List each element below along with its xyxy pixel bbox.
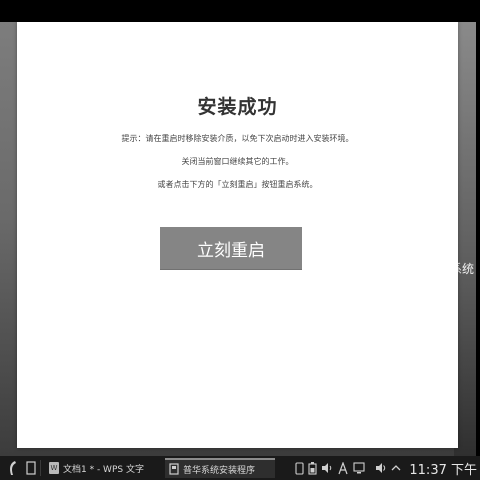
show-desktop-button[interactable] [26, 456, 36, 480]
speaker-icon[interactable] [321, 462, 333, 474]
restart-now-button[interactable]: 立刻重启 [160, 227, 302, 270]
taskbar: W 文档1 * - WPS 文字 普华系统安装程序 11:37 下午 [0, 456, 480, 480]
chevron-up-icon[interactable] [391, 463, 401, 473]
task-label: 文档1 * - WPS 文字 [63, 464, 144, 475]
network-icon[interactable] [337, 461, 349, 475]
dialog-title: 安装成功 [197, 96, 278, 118]
hint-message: 提示：请在重启时移除安装介质，以免下次启动时进入安装环境。 [121, 134, 354, 143]
install-success-dialog: 安装成功 提示：请在重启时移除安装介质，以免下次启动时进入安装环境。 关闭当前窗… [17, 22, 458, 448]
show-desktop-icon [26, 461, 36, 475]
task-label: 普华系统安装程序 [183, 465, 256, 476]
volume-icon[interactable] [375, 462, 387, 474]
battery-icon[interactable] [308, 461, 317, 475]
start-menu-icon [6, 460, 20, 476]
installer-icon [169, 463, 179, 475]
display-icon[interactable] [353, 462, 365, 474]
close-window-message: 关闭当前窗口继续其它的工作。 [181, 157, 294, 166]
task-installer[interactable]: 普华系统安装程序 [165, 458, 275, 478]
taskbar-separator [40, 460, 41, 476]
restart-instruction-message: 或者点击下方的「立刻重启」按钮重启系统。 [157, 180, 318, 189]
wps-writer-icon: W [49, 462, 59, 474]
task-wps-writer[interactable]: W 文档1 * - WPS 文字 [45, 458, 159, 478]
start-menu-button[interactable] [6, 456, 20, 480]
device-icon[interactable] [295, 461, 304, 475]
system-tray: 11:37 下午 [295, 459, 480, 478]
taskbar-clock[interactable]: 11:37 下午 [409, 459, 477, 478]
